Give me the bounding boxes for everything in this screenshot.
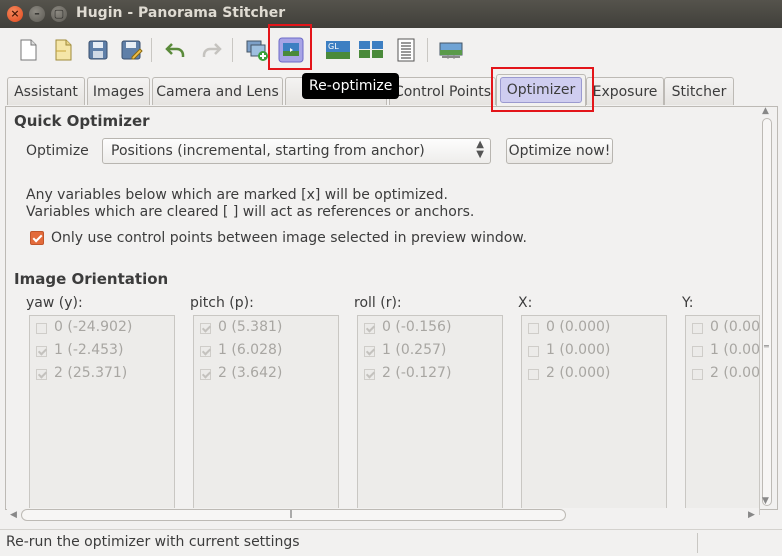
add-images-icon[interactable] [244,37,270,63]
roll-header: roll (r): [354,295,402,311]
close-window-button[interactable]: × [7,6,23,22]
checkbox[interactable] [36,369,47,380]
scroll-left-icon[interactable]: ◀ [10,510,17,520]
quick-optimizer-heading: Quick Optimizer [14,112,150,130]
checkbox[interactable] [364,346,375,357]
scroll-down-icon[interactable]: ▼ [762,496,769,506]
minimize-window-button[interactable]: – [29,6,45,22]
toolbar-separator [151,38,152,62]
checkbox[interactable] [528,369,539,380]
status-bar: Re-run the optimizer with current settin… [0,529,782,556]
panorama-preview-icon[interactable] [438,37,464,63]
only-control-points-checkbox[interactable] [30,231,44,245]
image-orientation-heading: Image Orientation [14,270,169,288]
checkbox[interactable] [200,369,211,380]
tab-assistant[interactable]: Assistant [7,77,85,105]
checkbox[interactable] [200,323,211,334]
toolbar-separator [232,38,233,62]
optimize-mode-combo[interactable]: Positions (incremental, starting from an… [102,138,491,164]
x-header: X: [518,295,533,311]
checkbox[interactable] [364,369,375,380]
vertical-scroll-thumb[interactable] [762,118,772,506]
new-project-icon[interactable] [15,37,41,63]
checkbox[interactable] [36,346,47,357]
tab-camera-and-lens[interactable]: Camera and Lens [152,77,283,105]
tab-stitcher[interactable]: Stitcher [664,77,734,105]
svg-text:GL: GL [328,42,339,51]
tab-control-points[interactable]: Control Points [389,77,496,105]
scroll-right-icon[interactable]: ▶ [748,510,755,520]
combo-arrows-icon: ▲ ▼ [476,139,484,160]
pitch-list: 0 (5.381) 1 (6.028) 2 (3.642) [193,315,339,515]
info-line-1: Any variables below which are marked [x]… [26,187,448,203]
scroll-grip-icon: ‖ [289,509,293,518]
info-line-2: Variables which are cleared [ ] will act… [26,204,475,220]
y-header: Y: [682,295,694,311]
optimize-mode-value: Positions (incremental, starting from an… [111,143,425,159]
maximize-window-button[interactable]: ▢ [51,6,67,22]
horizontal-scroll-thumb[interactable] [21,509,566,521]
checkbox[interactable] [364,323,375,334]
checkbox[interactable] [692,323,703,334]
save-icon[interactable] [85,37,111,63]
re-optimize-tooltip: Re-optimize [302,73,400,99]
title-bar: × – ▢ Hugin - Panorama Stitcher [0,0,782,28]
status-separator [697,533,698,553]
re-optimize-highlight [268,24,312,70]
opengl-preview-icon[interactable]: GL [325,37,351,63]
checkbox[interactable] [692,369,703,380]
x-list: 0 (0.000) 1 (0.000) 2 (0.000) [521,315,667,515]
scroll-up-icon[interactable]: ▲ [762,106,769,116]
pitch-header: pitch (p): [190,295,254,311]
control-points-table-icon[interactable] [393,37,419,63]
checkbox[interactable] [36,323,47,334]
optimizer-tab-highlight [491,67,594,112]
undo-icon[interactable] [163,37,189,63]
toolbar-separator [427,38,428,62]
yaw-list: 0 (-24.902) 1 (-2.453) 2 (25.371) [29,315,175,515]
status-text: Re-run the optimizer with current settin… [6,534,300,550]
checkbox[interactable] [200,346,211,357]
only-control-points-label: Only use control points between image se… [51,230,527,246]
yaw-header: yaw (y): [26,295,83,311]
optimize-now-button[interactable]: Optimize now! [506,138,613,164]
checkbox[interactable] [692,346,703,357]
window-title: Hugin - Panorama Stitcher [76,5,286,21]
tab-exposure[interactable]: Exposure [586,77,664,105]
checkbox[interactable] [528,346,539,357]
tab-images[interactable]: Images [87,77,150,105]
checkbox[interactable] [528,323,539,334]
optimize-label: Optimize [26,143,89,159]
scroll-grip-icon: ═ [764,342,769,351]
redo-icon[interactable] [198,37,224,63]
fast-preview-icon[interactable] [358,37,384,63]
toolbar: GL [0,28,782,72]
y-list: 0 (0.000 1 (0.000 2 (0.000 [685,315,760,515]
open-project-icon[interactable] [50,37,76,63]
save-as-icon[interactable] [118,37,144,63]
roll-list: 0 (-0.156) 1 (0.257) 2 (-0.127) [357,315,503,515]
